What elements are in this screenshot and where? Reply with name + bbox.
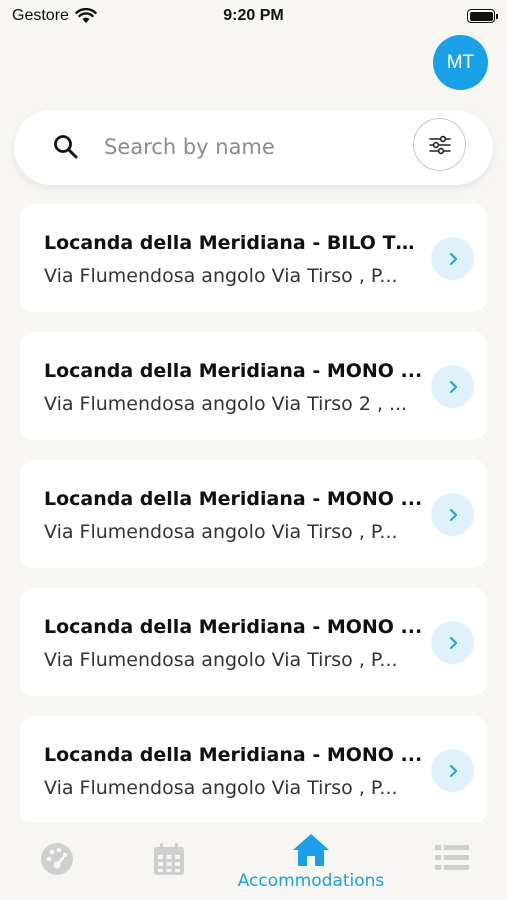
accommodation-title: Locanda della Meridiana - MONO ... (44, 744, 423, 766)
tab-dashboard[interactable] (38, 822, 76, 900)
chevron-right-icon (449, 636, 457, 649)
accommodation-card[interactable]: Locanda della Meridiana - MONO ... Via F… (20, 460, 487, 568)
chevron-right-icon (449, 764, 457, 777)
list-icon (435, 845, 469, 870)
accommodation-title: Locanda della Meridiana - MONO ... (44, 360, 423, 382)
carrier-label: Gestore (12, 7, 69, 24)
chevron-right-button[interactable] (431, 621, 474, 664)
accommodation-card[interactable]: Locanda della Meridiana - BILO TE... Via… (20, 204, 487, 312)
accommodation-address: Via Flumendosa angolo Via Tirso , P... (44, 521, 398, 543)
accommodation-title: Locanda della Meridiana - MONO ... (44, 488, 423, 510)
accommodation-title: Locanda della Meridiana - MONO ... (44, 616, 423, 638)
tab-list[interactable] (434, 822, 470, 900)
tab-bar: Accommodations (0, 822, 507, 900)
accommodation-address: Via Flumendosa angolo Via Tirso , P... (44, 649, 398, 671)
tab-calendar[interactable] (152, 822, 186, 900)
search-icon (54, 135, 78, 159)
accommodation-address: Via Flumendosa angolo Via Tirso , P... (44, 777, 398, 799)
chevron-right-button[interactable] (431, 493, 474, 536)
accommodation-card[interactable]: Locanda della Meridiana - MONO ... Via F… (20, 332, 487, 440)
calendar-icon (154, 843, 184, 875)
tab-accommodations[interactable]: Accommodations (226, 822, 396, 900)
chevron-right-button[interactable] (431, 237, 474, 280)
search-bar (14, 110, 493, 185)
accommodation-title: Locanda della Meridiana - BILO TE... (44, 232, 424, 254)
home-icon (293, 834, 329, 866)
status-bar: Gestore 9:20 PM (0, 0, 507, 32)
accommodation-card[interactable]: Locanda della Meridiana - MONO ... Via F… (20, 716, 487, 824)
chevron-right-icon (449, 252, 457, 265)
accommodation-card[interactable]: Locanda della Meridiana - MONO ... Via F… (20, 588, 487, 696)
chevron-right-icon (449, 380, 457, 393)
avatar[interactable]: MT (433, 35, 488, 90)
search-input[interactable] (104, 130, 404, 164)
sliders-icon (428, 135, 451, 154)
chevron-right-icon (449, 508, 457, 521)
accommodation-address: Via Flumendosa angolo Via Tirso 2 , ... (44, 393, 408, 415)
chevron-right-button[interactable] (431, 365, 474, 408)
battery-icon (467, 9, 498, 23)
tab-accommodations-label: Accommodations (237, 871, 385, 891)
avatar-initials: MT (446, 51, 475, 73)
filter-button[interactable] (413, 118, 466, 171)
dashboard-icon (41, 843, 73, 875)
status-left: Gestore (12, 7, 97, 25)
accommodation-address: Via Flumendosa angolo Via Tirso , P... (44, 265, 398, 287)
chevron-right-button[interactable] (431, 749, 474, 792)
wifi-icon (75, 8, 97, 23)
